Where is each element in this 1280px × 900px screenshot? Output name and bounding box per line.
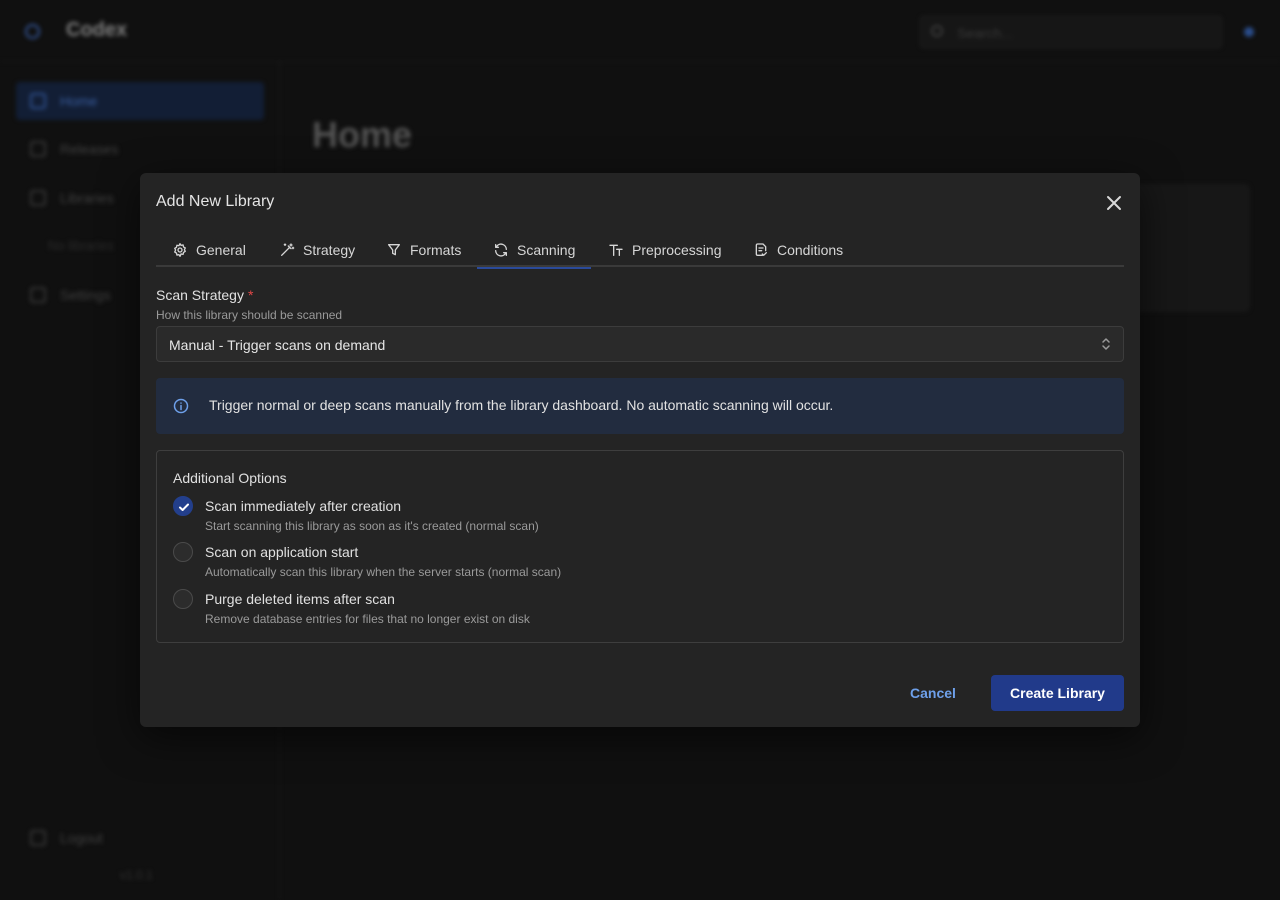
scan-strategy-label-text: Scan Strategy xyxy=(156,287,244,303)
scan-on-start-checkbox[interactable] xyxy=(173,542,193,562)
create-library-button[interactable]: Create Library xyxy=(991,675,1124,711)
tab-label: Conditions xyxy=(777,242,844,258)
tab-scanning[interactable]: Scanning xyxy=(476,233,592,269)
tab-label: Scanning xyxy=(517,242,576,258)
scan-strategy-label: Scan Strategy * xyxy=(156,287,253,303)
tab-strategy[interactable]: Strategy xyxy=(279,233,355,267)
close-button[interactable] xyxy=(1102,191,1126,215)
modal-title: Add New Library xyxy=(156,193,275,210)
option-description: Start scanning this library as soon as i… xyxy=(205,519,539,533)
chevron-up-down-icon xyxy=(1102,338,1110,350)
add-library-modal: Add New Library General Strategy Formats… xyxy=(140,173,1140,727)
option-description: Remove database entries for files that n… xyxy=(205,612,530,626)
tab-label: Preprocessing xyxy=(632,242,722,258)
info-text: Trigger normal or deep scans manually fr… xyxy=(209,397,834,413)
option-scan-after-creation: Scan immediately after creation Start sc… xyxy=(173,496,773,536)
tab-label: Formats xyxy=(410,242,462,258)
info-icon xyxy=(173,398,189,414)
tab-label: General xyxy=(196,242,246,258)
text-size-icon xyxy=(609,244,623,256)
gear-icon xyxy=(174,243,186,257)
option-label[interactable]: Scan immediately after creation xyxy=(205,498,401,514)
required-mark: * xyxy=(247,287,254,303)
select-value: Manual - Trigger scans on demand xyxy=(169,337,386,353)
tab-formats[interactable]: Formats xyxy=(386,233,461,267)
wand-icon xyxy=(281,243,295,256)
scan-strategy-select[interactable]: Manual - Trigger scans on demand xyxy=(156,326,1124,362)
tab-preprocessing[interactable]: Preprocessing xyxy=(608,233,722,267)
tab-general[interactable]: General xyxy=(172,233,246,267)
filter-icon xyxy=(388,244,400,256)
close-icon xyxy=(1107,196,1121,210)
option-description: Automatically scan this library when the… xyxy=(205,565,562,579)
additional-options: Additional Options Scan immediately afte… xyxy=(156,450,1124,643)
tab-label: Strategy xyxy=(303,242,356,258)
file-check-icon xyxy=(755,243,767,256)
tab-bar: General Strategy Formats Scanning Prepro… xyxy=(156,233,1124,269)
option-purge-deleted: Purge deleted items after scan Remove da… xyxy=(173,589,773,629)
refresh-icon xyxy=(495,243,507,257)
info-alert: Trigger normal or deep scans manually fr… xyxy=(156,378,1124,434)
check-icon xyxy=(179,503,189,511)
cancel-button[interactable]: Cancel xyxy=(892,675,974,711)
options-legend: Additional Options xyxy=(173,470,287,486)
purge-deleted-checkbox[interactable] xyxy=(173,589,193,609)
tab-conditions[interactable]: Conditions xyxy=(753,233,843,267)
option-label[interactable]: Purge deleted items after scan xyxy=(205,591,395,607)
scan-strategy-description: How this library should be scanned xyxy=(156,308,343,322)
option-label[interactable]: Scan on application start xyxy=(205,544,358,560)
option-scan-on-start: Scan on application start Automatically … xyxy=(173,542,773,582)
scan-after-creation-checkbox[interactable] xyxy=(173,496,193,516)
